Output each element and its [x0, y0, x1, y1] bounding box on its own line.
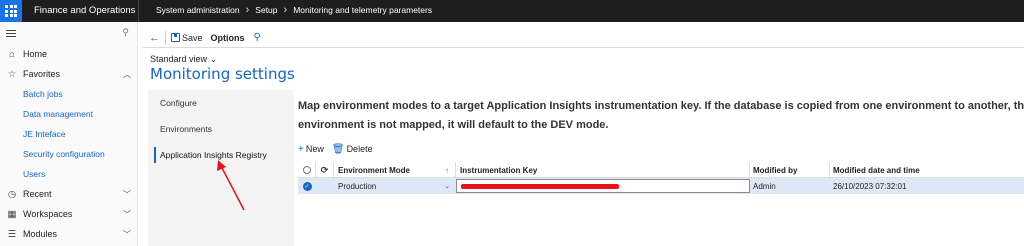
favorite-security-configuration[interactable]: Security configuration [0, 144, 137, 164]
checkmark-icon: ✓ [302, 181, 312, 191]
breadcrumb: System administration › Setup › Monitori… [156, 4, 432, 16]
chevron-down-icon: ﹀ [123, 190, 131, 199]
column-header-modified-by[interactable]: Modified by [750, 162, 830, 178]
description-line-2: environment is not mapped, it will defau… [298, 119, 609, 131]
delete-button-label: Delete [346, 144, 373, 154]
nav-item-label: Modules [23, 229, 58, 239]
topbar-divider [138, 0, 139, 22]
favorite-users[interactable]: Users [0, 164, 137, 184]
chevron-up-icon: ︿ [123, 70, 131, 79]
top-bar: Finance and Operations System administra… [0, 0, 1024, 22]
back-arrow-icon[interactable]: ← [149, 32, 160, 44]
modified-date-value: 26/10/2023 07:32:01 [833, 181, 907, 191]
environment-mode-grid: ⟳ Environment Mode ↑ Instrumentation Key… [298, 162, 1024, 194]
home-icon: ⌂ [9, 48, 15, 60]
description-line-1: Map environment modes to a target Applic… [298, 100, 1024, 112]
page-title: Monitoring settings [150, 65, 295, 83]
grid-toolbar: + New 🗑 Delete [298, 142, 373, 156]
chevron-down-icon: ﹀ [123, 230, 131, 239]
save-icon [171, 33, 180, 42]
annotation-arrow-icon [217, 160, 245, 211]
nav-item-label: Home [23, 49, 48, 59]
hamburger-menu-icon[interactable] [6, 30, 16, 37]
nav-item-modules[interactable]: ☰ Modules ﹀ [0, 224, 137, 244]
action-pane: ← Save Options ⚲ [143, 28, 1024, 48]
modules-icon: ☰ [7, 228, 17, 240]
tab-configure[interactable]: Configure [148, 90, 294, 116]
favorite-data-management[interactable]: Data management [0, 104, 137, 124]
chevron-down-icon: ﹀ [123, 210, 131, 219]
nav-item-home[interactable]: ⌂ Home [0, 44, 137, 64]
action-pane-divider [165, 30, 166, 45]
table-row[interactable]: ✓ Production ⌄ Admin 26/10/2023 07:32:01 [298, 178, 1024, 194]
environment-mode-value: Production [338, 181, 377, 191]
search-icon[interactable]: ⚲ [254, 32, 261, 43]
app-launcher-button[interactable] [0, 0, 22, 22]
new-button-label: New [305, 144, 324, 154]
nav-item-favorites[interactable]: ☆ Favorites ︿ [0, 64, 137, 84]
column-header-environment-mode[interactable]: Environment Mode ↑ [334, 162, 456, 178]
chevron-right-icon: › [283, 4, 288, 16]
workspace-icon: ▦ [7, 208, 17, 220]
clock-icon: ◷ [7, 188, 17, 200]
view-selector-label: Standard view [150, 54, 208, 64]
view-selector[interactable]: Standard view ⌄ [150, 54, 217, 65]
pin-icon[interactable]: ⚲ [122, 27, 129, 38]
delete-button[interactable]: 🗑 Delete [332, 144, 373, 155]
save-button[interactable]: Save [171, 33, 203, 43]
save-button-label: Save [182, 32, 203, 43]
select-all-cell[interactable] [298, 162, 316, 178]
nav-item-workspaces[interactable]: ▦ Workspaces ﹀ [0, 204, 137, 224]
chevron-right-icon: › [245, 4, 250, 16]
column-header-modified-date[interactable]: Modified date and time [830, 162, 1024, 178]
column-header-label: Environment Mode [338, 165, 411, 175]
select-all-radio[interactable] [302, 166, 311, 174]
chevron-down-icon: ⌄ [209, 54, 218, 64]
instrumentation-key-input[interactable] [456, 179, 750, 193]
favorite-je-inteface[interactable]: JE Inteface [0, 124, 137, 144]
tab-environments[interactable]: Environments [148, 116, 294, 142]
star-icon: ☆ [7, 68, 17, 80]
column-header-instrumentation-key[interactable]: Instrumentation Key [456, 162, 750, 178]
sort-ascending-icon: ↑ [445, 165, 449, 175]
environment-mode-select[interactable]: Production ⌄ [338, 178, 456, 194]
refresh-cell: ⟳ [316, 162, 334, 178]
navigation-pane: ⚲ ⌂ Home ☆ Favorites ︿ Batch jobs Data m… [0, 22, 138, 246]
nav-item-recent[interactable]: ◷ Recent ﹀ [0, 184, 137, 204]
breadcrumb-item-system-administration[interactable]: System administration [156, 5, 240, 15]
new-button[interactable]: + New [298, 144, 324, 155]
options-button[interactable]: Options [211, 33, 245, 43]
modified-by-value: Admin [753, 181, 776, 191]
breadcrumb-item-monitoring[interactable]: Monitoring and telemetry parameters [293, 5, 432, 15]
favorite-batch-jobs[interactable]: Batch jobs [0, 84, 137, 104]
row-select-cell[interactable]: ✓ [298, 178, 316, 194]
nav-item-label: Favorites [23, 69, 61, 79]
breadcrumb-item-setup[interactable]: Setup [255, 5, 277, 15]
app-title[interactable]: Finance and Operations [34, 5, 135, 16]
nav-item-label: Workspaces [23, 209, 73, 219]
chevron-down-icon: ⌄ [444, 183, 450, 190]
plus-icon: + [298, 143, 304, 155]
waffle-icon [5, 5, 17, 17]
grid-header: ⟳ Environment Mode ↑ Instrumentation Key… [298, 162, 1024, 178]
refresh-icon[interactable]: ⟳ [321, 165, 329, 176]
redaction-mark [461, 183, 619, 189]
page-description: Map environment modes to a target Applic… [298, 97, 1024, 135]
trash-icon: 🗑 [331, 143, 345, 155]
nav-item-label: Recent [23, 189, 52, 199]
